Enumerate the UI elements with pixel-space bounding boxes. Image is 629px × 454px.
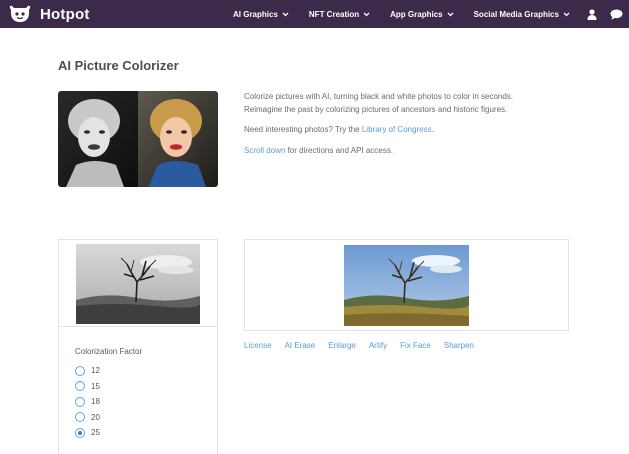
radio-label: 18 bbox=[91, 397, 100, 407]
brand-logo[interactable]: Hotpot bbox=[8, 4, 90, 24]
radio-button[interactable] bbox=[75, 365, 85, 376]
license-link[interactable]: License bbox=[244, 341, 272, 350]
nav-item-nft-creation[interactable]: NFT Creation bbox=[309, 10, 370, 19]
chevron-down-icon bbox=[447, 12, 454, 16]
radio-button[interactable] bbox=[75, 412, 85, 423]
colorization-factor-options: 12 15 18 20 25 bbox=[75, 363, 100, 441]
main-nav: AI Graphics NFT Creation App Graphics So… bbox=[233, 0, 570, 28]
radio-option-20[interactable]: 20 bbox=[75, 410, 100, 426]
uploaded-photo-thumbnail[interactable] bbox=[76, 244, 200, 324]
top-navbar: Hotpot AI Graphics NFT Creation App Grap… bbox=[0, 0, 629, 28]
hotpot-logo-icon bbox=[9, 5, 31, 22]
nav-icon-group bbox=[587, 0, 623, 28]
page-title: AI Picture Colorizer bbox=[58, 58, 179, 73]
enlarge-link[interactable]: Enlarge bbox=[328, 341, 356, 350]
chevron-down-icon bbox=[563, 12, 570, 16]
hero-before-after-image bbox=[58, 91, 218, 187]
result-panel bbox=[244, 239, 569, 331]
text-span: for directions and API access. bbox=[285, 145, 393, 155]
text-span: . bbox=[431, 125, 434, 134]
panel-divider bbox=[59, 326, 217, 327]
description-paragraph: Scroll down for directions and API acces… bbox=[244, 145, 519, 158]
nav-item-ai-graphics[interactable]: AI Graphics bbox=[233, 10, 289, 19]
brand-name: Hotpot bbox=[40, 5, 90, 23]
nav-item-label: NFT Creation bbox=[308, 9, 360, 19]
artify-link[interactable]: Artify bbox=[369, 341, 387, 350]
image-action-links: License AI Erase Enlarge Artify Fix Face… bbox=[244, 341, 487, 350]
radio-option-12[interactable]: 12 bbox=[75, 363, 100, 379]
colorized-result-image[interactable] bbox=[344, 245, 469, 326]
chat-icon[interactable] bbox=[610, 9, 623, 20]
nav-item-app-graphics[interactable]: App Graphics bbox=[390, 9, 454, 19]
library-of-congress-link[interactable]: Library of Congress bbox=[362, 125, 432, 134]
radio-option-25[interactable]: 25 bbox=[75, 425, 100, 441]
nav-item-label: Social Media Graphics bbox=[473, 9, 559, 19]
fix-face-link[interactable]: Fix Face bbox=[400, 341, 431, 350]
radio-label: 12 bbox=[91, 366, 100, 376]
radio-option-18[interactable]: 18 bbox=[75, 394, 100, 410]
radio-button[interactable] bbox=[75, 396, 85, 407]
nav-item-label: App Graphics bbox=[390, 9, 443, 19]
description-paragraph: Need interesting photos? Try the Library… bbox=[244, 124, 519, 137]
ai-erase-link[interactable]: AI Erase bbox=[285, 341, 316, 350]
colorization-factor-label: Colorization Factor bbox=[75, 347, 143, 356]
chevron-down-icon bbox=[282, 12, 289, 16]
radio-button[interactable] bbox=[75, 381, 85, 392]
user-icon[interactable] bbox=[587, 8, 597, 20]
radio-label: 15 bbox=[91, 381, 100, 391]
radio-option-15[interactable]: 15 bbox=[75, 379, 100, 395]
radio-label: 20 bbox=[91, 412, 100, 422]
scroll-down-link[interactable]: Scroll down bbox=[244, 146, 285, 155]
radio-button-selected[interactable] bbox=[75, 427, 85, 438]
chevron-down-icon bbox=[363, 12, 370, 16]
text-span: Need interesting photos? Try the bbox=[244, 125, 362, 134]
radio-label: 25 bbox=[91, 428, 100, 438]
nav-item-label: AI Graphics bbox=[233, 9, 278, 19]
description: Colorize pictures with AI, turning black… bbox=[244, 91, 519, 165]
settings-panel: Colorization Factor 12 15 18 20 25 bbox=[58, 239, 218, 454]
sharpen-link[interactable]: Sharpen bbox=[444, 341, 474, 350]
nav-item-social-media-graphics[interactable]: Social Media Graphics bbox=[474, 10, 570, 19]
description-paragraph: Colorize pictures with AI, turning black… bbox=[244, 92, 514, 114]
